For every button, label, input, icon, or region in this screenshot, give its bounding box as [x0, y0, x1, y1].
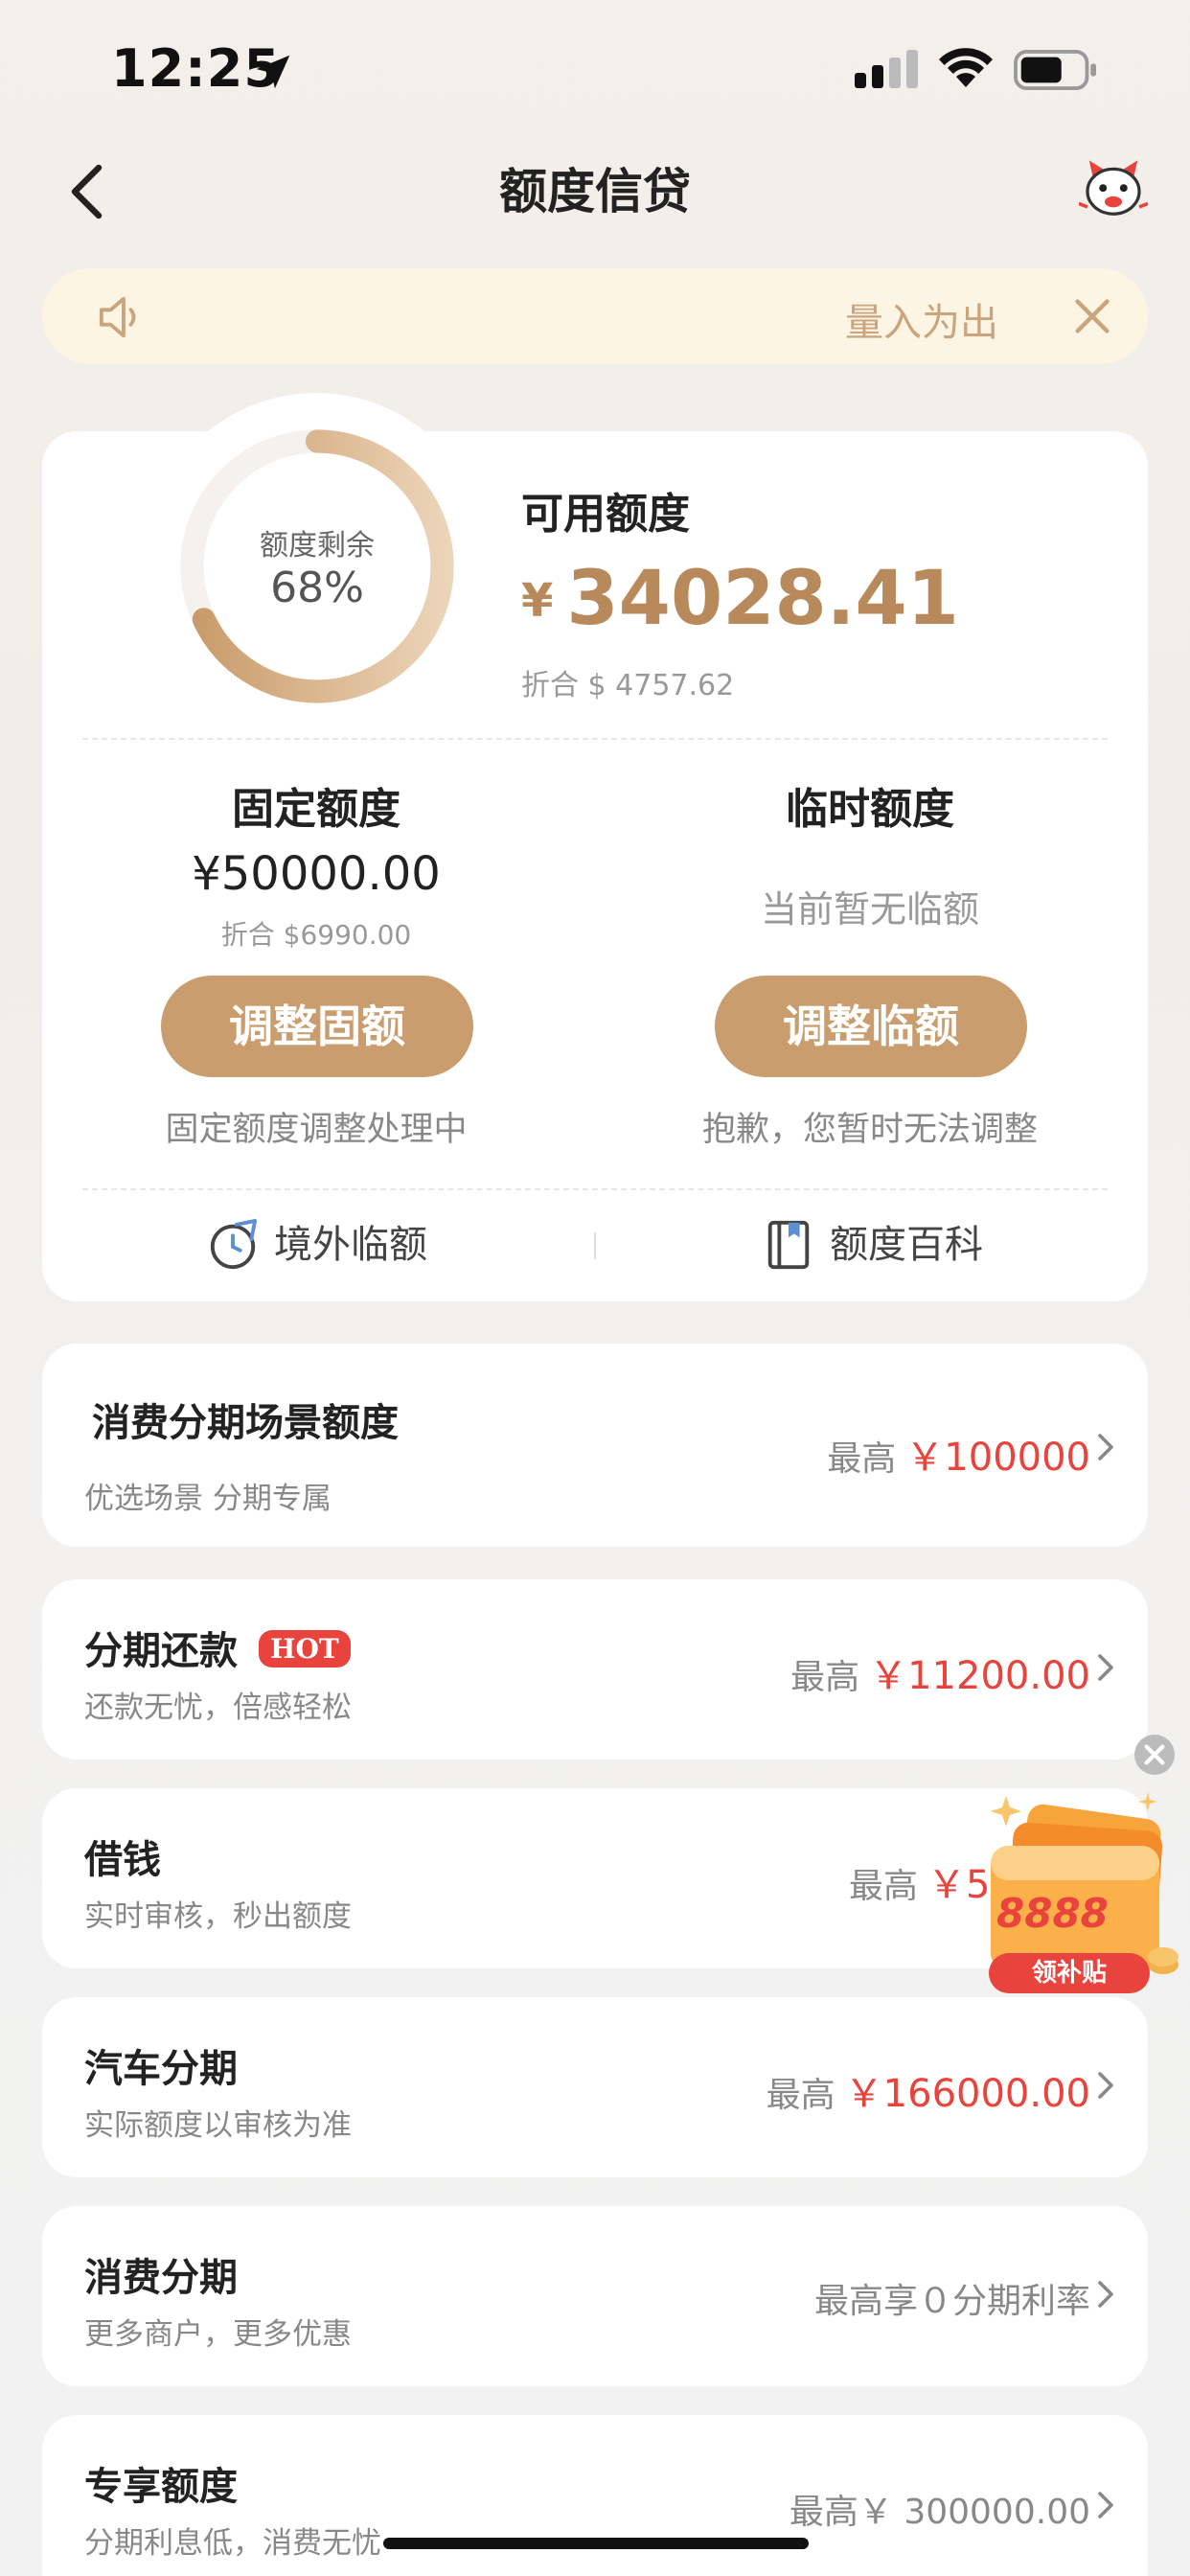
row-value: 最高￥ 300000.00 [790, 2484, 1090, 2534]
nav-bar: 额度信贷 [0, 144, 1190, 230]
row-value: 最高享０分期利率 [814, 2273, 1090, 2323]
adjust-fixed-button[interactable]: 调整固额 [161, 976, 473, 1077]
available-amount-value: 34028.41 [566, 556, 959, 642]
fixed-quota-amount: ¥50000.00 [192, 847, 441, 901]
wifi-icon [939, 48, 993, 87]
status-bar: 12:25 [0, 0, 1190, 134]
chevron-right-icon [1098, 1434, 1113, 1460]
available-quota-amount: ¥34028.41 [521, 556, 959, 642]
list-item[interactable]: 专享额度 分期利息低，消费无忧 最高￥ 300000.00 [42, 2415, 1148, 2576]
notice-text: 量入为出 [845, 301, 998, 345]
row-subtitle: 优选场景 分期专属 [84, 1482, 332, 1516]
chevron-right-icon [1098, 2492, 1113, 2518]
row-amount: ￥100000 [905, 1436, 1090, 1480]
ring-label: 额度剩余 [260, 529, 375, 563]
row-subtitle: 更多商户，更多优惠 [84, 2317, 352, 2352]
row-prefix: 最高￥ 300000.00 [789, 2493, 1090, 2532]
currency-symbol: ¥ [521, 574, 554, 628]
home-indicator[interactable] [383, 2538, 809, 2549]
row-subtitle: 还款无忧，倍感轻松 [84, 1690, 352, 1725]
page-title: 额度信贷 [499, 164, 691, 219]
claim-subsidy-button[interactable]: 领补贴 [989, 1953, 1150, 1993]
row-value: 最高 ￥100000 [827, 1426, 1090, 1482]
shortcut-divider [594, 1232, 596, 1259]
battery-icon [1014, 50, 1096, 90]
mascot-avatar-icon[interactable] [1079, 155, 1148, 224]
shortcut-label: 额度百科 [830, 1223, 983, 1267]
list-item[interactable]: 汽车分期 实际额度以审核为准 最高 ￥166000.00 [42, 1997, 1148, 2177]
chevron-right-icon [1098, 2281, 1113, 2308]
row-title: 消费分期场景额度 [92, 1401, 399, 1445]
divider [82, 738, 1108, 740]
chevron-right-icon [1098, 2072, 1113, 2099]
shortcut-label: 境外临额 [274, 1223, 427, 1267]
list-item[interactable]: 分期还款 HOT 还款无忧，倍感轻松 最高 ￥11200.00 [42, 1579, 1148, 1760]
available-quota-title: 可用额度 [521, 490, 690, 539]
adjust-temp-button[interactable]: 调整临额 [715, 976, 1027, 1077]
row-subtitle: 实时审核，秒出额度 [84, 1899, 352, 1934]
cellular-signal-icon [855, 50, 918, 88]
row-amount: ￥166000.00 [844, 2072, 1090, 2116]
row-title: 汽车分期 [84, 2047, 238, 2091]
ring-percent: 68% [270, 564, 364, 612]
row-title: 分期还款 HOT [84, 1620, 351, 1675]
fixed-quota-title: 固定额度 [232, 785, 400, 834]
row-value: 最高 ￥11200.00 [790, 1644, 1090, 1700]
float-ad-close-button[interactable] [1134, 1735, 1175, 1775]
temp-quota-note: 抱歉，您暂时无法调整 [701, 1111, 1038, 1149]
fixed-quota-usd: 折合 $6990.00 [220, 919, 412, 951]
row-prefix: 最高 [790, 1658, 860, 1697]
temp-quota-title: 临时额度 [786, 785, 954, 834]
list-item[interactable]: 消费分期场景额度 优选场景 分期专属 最高 ￥100000 [42, 1344, 1148, 1547]
row-prefix: 最高 [849, 1867, 919, 1906]
row-subtitle: 实际额度以审核为准 [84, 2108, 352, 2143]
overseas-temp-quota-link[interactable]: 境外临额 [207, 1215, 456, 1275]
row-subtitle: 分期利息低，消费无忧 [84, 2526, 381, 2561]
location-arrow-icon [256, 55, 290, 89]
divider [82, 1188, 1108, 1190]
list-item[interactable]: 消费分期 更多商户，更多优惠 最高享０分期利率 [42, 2206, 1148, 2386]
row-title-text: 分期还款 [84, 1629, 238, 1673]
chevron-right-icon [1098, 1654, 1113, 1681]
row-prefix: 最高 [827, 1439, 897, 1479]
row-prefix: 最高享０分期利率 [813, 2282, 1090, 2321]
row-title: 消费分期 [84, 2256, 238, 2300]
book-icon [767, 1220, 810, 1270]
row-title: 借钱 [84, 1838, 161, 1882]
fixed-quota-note: 固定额度调整处理中 [165, 1111, 468, 1149]
notice-bar[interactable]: 量入为出 [42, 268, 1148, 364]
available-usd: 折合 $ 4757.62 [521, 669, 735, 702]
speaker-icon [99, 296, 136, 338]
temp-quota-none: 当前暂无临额 [760, 888, 979, 931]
plane-clock-icon [210, 1219, 258, 1270]
close-icon [1144, 1744, 1165, 1765]
close-icon[interactable] [1071, 295, 1113, 337]
hot-badge: HOT [259, 1630, 351, 1668]
quota-wiki-link[interactable]: 额度百科 [763, 1215, 1012, 1275]
float-ad-amount: 8888 [996, 1890, 1109, 1937]
row-title: 专享额度 [84, 2465, 238, 2509]
row-amount: ￥11200.00 [869, 1654, 1090, 1698]
row-prefix: 最高 [766, 2076, 835, 2115]
row-value: 最高 ￥166000.00 [767, 2062, 1090, 2118]
